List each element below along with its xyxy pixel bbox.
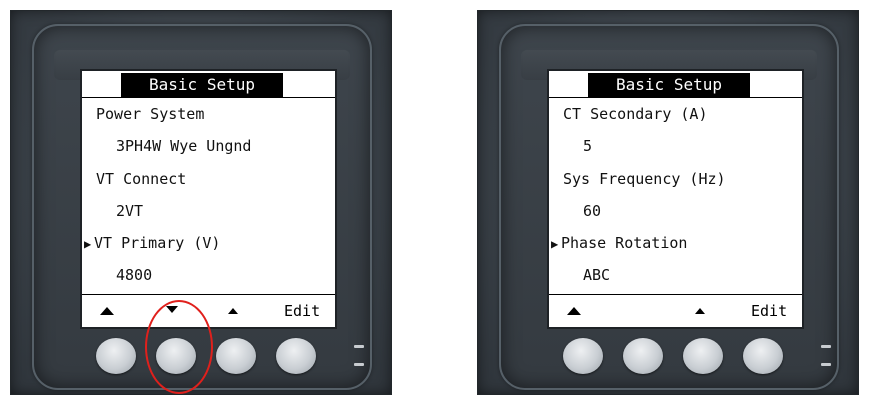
front-button-3[interactable] <box>683 338 723 374</box>
front-button-1[interactable] <box>96 338 136 374</box>
front-button-4[interactable] <box>743 338 783 374</box>
vt-connect-value: 2VT <box>116 202 144 220</box>
status-led-1 <box>354 345 364 348</box>
softkey-edit[interactable]: Edit <box>284 300 320 322</box>
phase-rotation-label: Phase Rotation <box>561 234 688 252</box>
right-display-screen: Basic Setup CT Secondary (A) 5 Sys Frequ… <box>549 71 802 327</box>
softkey-up-1[interactable] <box>567 300 581 322</box>
phase-rotation-value: ABC <box>583 266 611 284</box>
front-button-2[interactable] <box>623 338 663 374</box>
pointer-icon: ▶ <box>551 237 559 251</box>
front-button-4[interactable] <box>276 338 316 374</box>
softkey-divider <box>549 294 802 295</box>
softkey-edit[interactable]: Edit <box>751 300 787 322</box>
screen-title: Basic Setup <box>588 73 750 97</box>
vt-primary-label: VT Primary (V) <box>94 234 221 252</box>
ct-secondary-label: CT Secondary (A) <box>563 105 708 123</box>
up-arrow-icon <box>695 308 705 314</box>
sys-frequency-value: 60 <box>583 202 602 220</box>
front-button-3[interactable] <box>216 338 256 374</box>
sys-frequency-label: Sys Frequency (Hz) <box>563 170 726 188</box>
left-display-screen: Basic Setup Power System 3PH4W Wye Ungnd… <box>82 71 335 327</box>
softkey-up-2[interactable] <box>695 300 705 322</box>
power-system-value: 3PH4W Wye Ungnd <box>116 137 252 155</box>
softkey-up-2[interactable] <box>228 300 238 322</box>
front-button-1[interactable] <box>563 338 603 374</box>
title-divider <box>549 97 802 98</box>
status-led-1 <box>821 345 831 348</box>
status-led-2 <box>821 363 831 366</box>
softkey-divider <box>82 294 335 295</box>
vt-primary-value: 4800 <box>116 266 153 284</box>
pointer-icon: ▶ <box>84 237 92 251</box>
phase-rotation-item[interactable]: ▶ Phase Rotation <box>551 234 687 252</box>
title-divider <box>82 97 335 98</box>
up-arrow-icon <box>228 308 238 314</box>
power-system-label: Power System <box>96 105 205 123</box>
up-arrow-icon <box>100 307 114 315</box>
vt-connect-label: VT Connect <box>96 170 187 188</box>
up-arrow-icon <box>567 307 581 315</box>
softkey-up-1[interactable] <box>100 300 114 322</box>
highlight-ring <box>145 300 213 394</box>
screen-title: Basic Setup <box>121 73 283 97</box>
left-meter-device: Basic Setup Power System 3PH4W Wye Ungnd… <box>10 10 392 395</box>
vt-primary-item[interactable]: ▶ VT Primary (V) <box>84 234 220 252</box>
ct-secondary-value: 5 <box>583 137 593 155</box>
right-meter-device: Basic Setup CT Secondary (A) 5 Sys Frequ… <box>477 10 859 395</box>
status-led-2 <box>354 363 364 366</box>
